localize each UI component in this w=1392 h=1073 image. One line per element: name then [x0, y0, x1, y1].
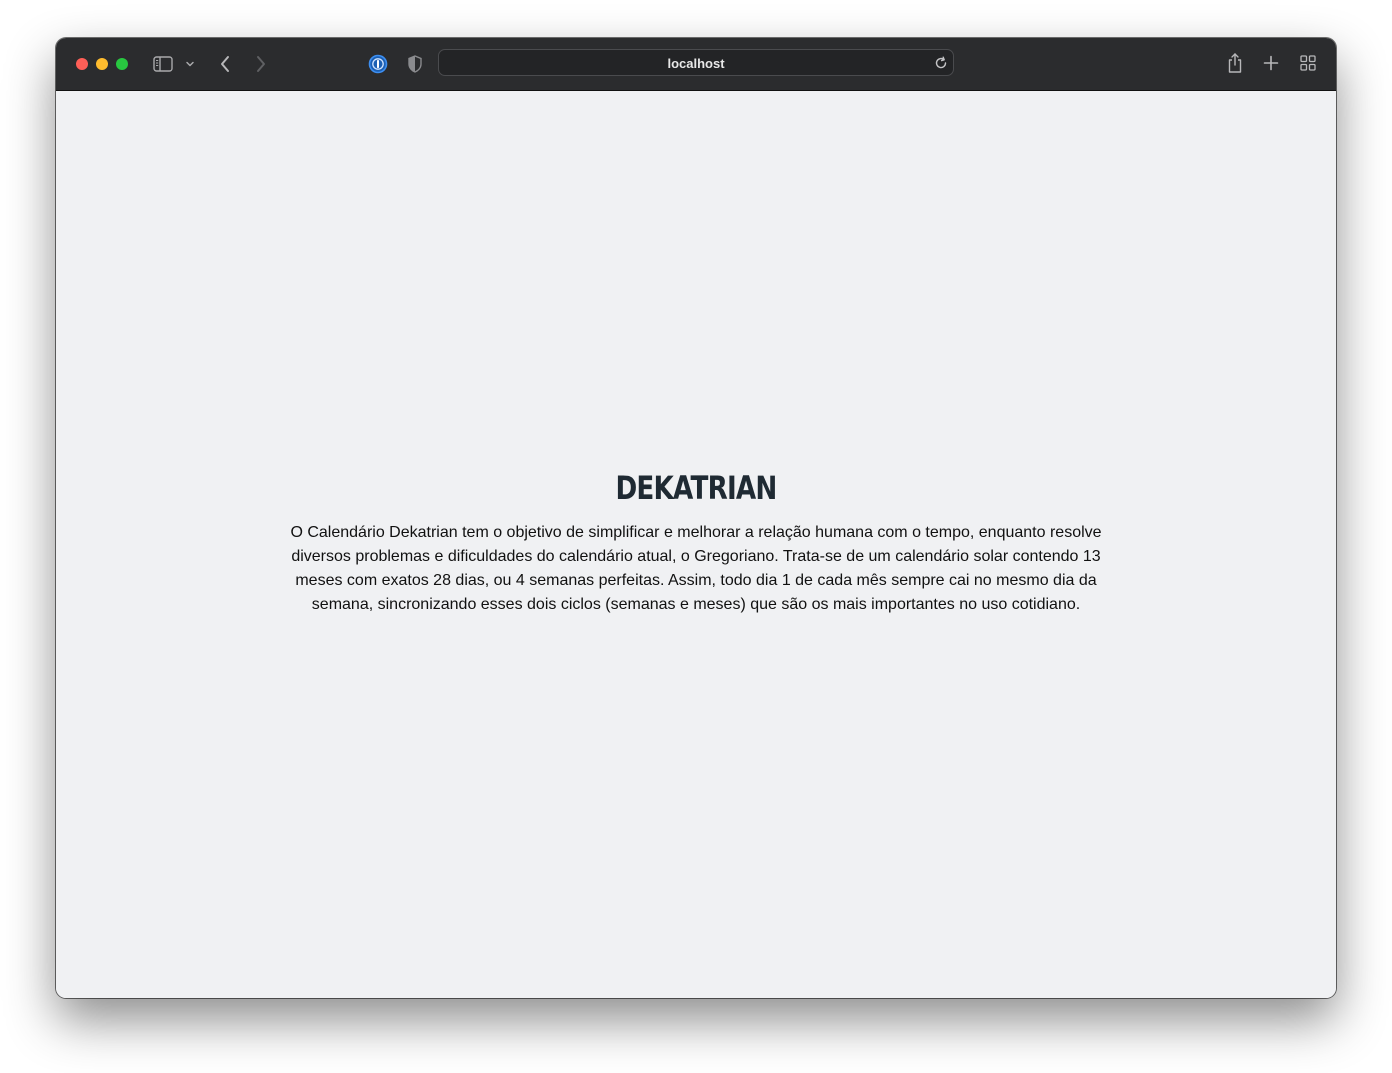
browser-window: localhost DEKATRIAN O Calendário Dekatri…: [56, 38, 1336, 998]
minimize-window-button[interactable]: [96, 58, 108, 70]
chevron-down-icon[interactable]: [184, 58, 196, 70]
reload-icon[interactable]: [934, 56, 948, 70]
close-window-button[interactable]: [76, 58, 88, 70]
page-title: DEKATRIAN: [615, 469, 777, 507]
back-arrow-icon[interactable]: [216, 53, 234, 75]
share-icon[interactable]: [1225, 51, 1245, 75]
sidebar-icon[interactable]: [152, 54, 174, 74]
page-description: O Calendário Dekatrian tem o objetivo de…: [290, 524, 1102, 613]
browser-toolbar: localhost: [56, 38, 1336, 91]
hero-section: DEKATRIAN O Calendário Dekatrian tem o o…: [276, 469, 1116, 617]
password-manager-icon[interactable]: [367, 53, 389, 75]
tab-overview-icon[interactable]: [1299, 54, 1317, 72]
shield-icon[interactable]: [406, 53, 424, 75]
address-bar[interactable]: localhost: [438, 49, 954, 76]
plus-icon[interactable]: [1262, 54, 1280, 72]
page-content: DEKATRIAN O Calendário Dekatrian tem o o…: [56, 91, 1336, 998]
url-text: localhost: [667, 56, 725, 71]
maximize-window-button[interactable]: [116, 58, 128, 70]
forward-arrow-icon[interactable]: [252, 53, 270, 75]
